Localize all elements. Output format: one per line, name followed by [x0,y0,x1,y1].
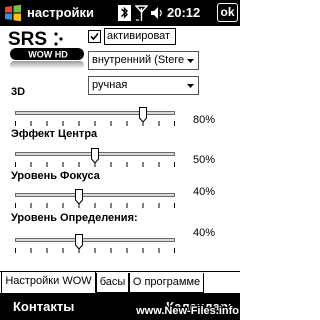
chevron-down-icon [187,84,194,88]
mode-select-value: ручная [92,79,128,91]
slider-definition[interactable] [15,234,175,258]
signal-icon[interactable] [135,5,148,21]
slider-track [15,193,175,197]
speaker-icon[interactable] [150,5,164,21]
slider-center[interactable] [15,148,175,172]
slider-ticks [15,248,175,253]
app-title: настройки [27,5,95,20]
mode-select[interactable]: ручная [88,76,199,95]
contacts-softkey[interactable]: Контакты [13,299,74,314]
watermark-text: www.New-Files.info [134,304,240,318]
slider-track [15,238,175,242]
tab-strip: Настройки WOW басы О программе [0,271,240,293]
checkmark-icon [90,32,99,41]
output-select-value: внутренний (Stereo [92,54,184,66]
bluetooth-icon[interactable] [118,5,131,21]
slider-center-value: 50% [193,154,216,166]
slider-definition-value: 40% [193,227,216,239]
slider-3d-value: 80% [193,114,216,126]
enable-label[interactable]: активироват [104,28,176,45]
tab-bass[interactable]: басы [96,273,129,293]
svg-text:www.New-Files.info: www.New-Files.info [135,305,239,317]
slider-track [15,111,175,115]
slider-focus-value: 40% [193,186,216,198]
ok-button[interactable]: ok [217,3,238,22]
logo-product-text: WOW HD [28,50,68,60]
chevron-down-icon [187,59,194,63]
slider-3d-label: 3D [11,86,26,98]
slider-ticks [15,162,175,167]
title-bar: настройки 20:12 ok [0,0,240,26]
clock-time[interactable]: 20:12 [167,5,200,20]
output-select[interactable]: внутренний (Stereo [88,51,199,70]
slider-focus-label: Уровень Фокуса [11,170,100,182]
slider-ticks [15,121,175,126]
slider-focus[interactable] [15,189,175,213]
srs-wow-hd-logo: SRS WOW HD [8,29,84,69]
tab-about[interactable]: О программе [129,273,204,293]
slider-center-label: Эффект Центра [11,128,98,140]
slider-ticks [15,203,175,208]
logo-brand-text: SRS [8,29,47,50]
tab-wow-settings[interactable]: Настройки WOW [1,272,96,293]
windows-logo-icon[interactable] [3,3,23,23]
enable-checkbox[interactable] [88,30,101,43]
slider-definition-label: Уровень Определения: [11,212,138,224]
